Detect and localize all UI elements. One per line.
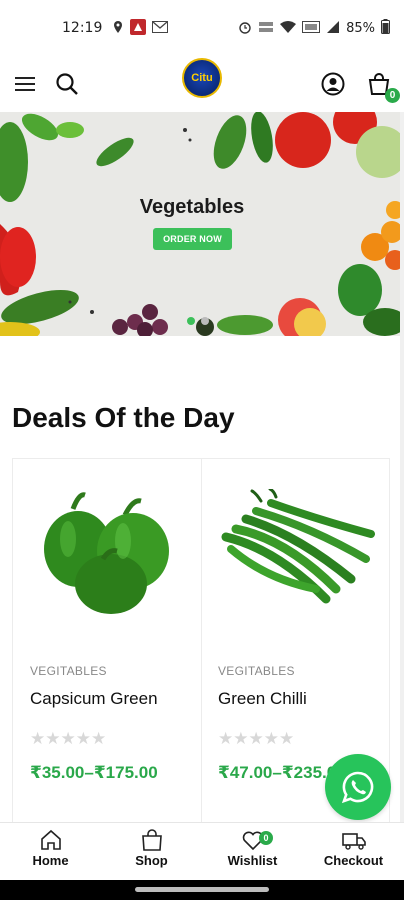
product-category: VEGITABLES: [218, 664, 295, 678]
system-navigation-bar: [0, 880, 404, 900]
carousel-dots: [187, 317, 209, 325]
shopping-bag-icon: [141, 829, 162, 851]
whatsapp-icon: [341, 771, 374, 804]
account-icon: [321, 72, 345, 96]
product-card[interactable]: VEGITABLES Capsicum Green ★★★★★ ₹35.00–₹…: [13, 459, 201, 822]
location-icon: [112, 20, 124, 37]
brand-logo[interactable]: Citu: [182, 58, 222, 98]
app-header: Citu 0: [0, 56, 404, 112]
battery-icon: [381, 19, 390, 37]
status-bar: 12:19 85%: [0, 0, 404, 56]
vegetables-banner-image: [0, 112, 400, 336]
home-icon: [40, 829, 61, 850]
brand-logo-text: Citu: [191, 72, 213, 84]
status-time: 12:19: [62, 20, 103, 36]
whatsapp-chat-button[interactable]: [325, 754, 391, 820]
nav-wishlist-label: Wishlist: [227, 853, 278, 868]
nav-wishlist[interactable]: 0 Wishlist: [202, 823, 303, 880]
cart-count-badge: 0: [385, 88, 400, 103]
scrollbar-track[interactable]: [400, 112, 404, 822]
nav-checkout[interactable]: Checkout: [303, 823, 404, 880]
green-chilli-image: [221, 489, 375, 604]
product-rating-stars: ★★★★★: [218, 729, 295, 749]
product-category: VEGITABLES: [30, 664, 107, 678]
wishlist-count-badge: 0: [259, 831, 273, 845]
product-name[interactable]: Capsicum Green: [30, 689, 158, 709]
menu-button[interactable]: [12, 71, 38, 97]
hero-banner[interactable]: Vegetables ORDER NOW: [0, 112, 400, 336]
app-notification-icon: [130, 18, 147, 38]
gmail-icon: [152, 20, 169, 36]
product-rating-stars: ★★★★★: [30, 729, 107, 749]
account-button[interactable]: [320, 71, 346, 97]
nav-shop[interactable]: Shop: [101, 823, 202, 880]
alarm-icon: [238, 20, 252, 37]
nav-home[interactable]: Home: [0, 823, 101, 880]
bottom-navigation: Home Shop 0 Wishlist Checkout: [0, 822, 404, 880]
banner-title: Vegetables: [139, 196, 245, 218]
carousel-dot-active[interactable]: [187, 317, 195, 325]
deals-title: Deals Of the Day: [12, 402, 235, 433]
cart-button[interactable]: 0: [366, 71, 400, 103]
data-speed-icon: [258, 20, 274, 37]
order-now-button[interactable]: ORDER NOW: [153, 228, 232, 250]
product-name[interactable]: Green Chilli: [218, 689, 307, 709]
green-capsicum-image: [44, 492, 169, 614]
menu-icon: [15, 77, 35, 91]
nav-home-label: Home: [32, 853, 69, 868]
product-price: ₹35.00–₹175.00: [30, 763, 158, 782]
truck-icon: [341, 833, 366, 850]
search-button[interactable]: [54, 71, 80, 97]
wifi-icon: [280, 20, 297, 37]
search-icon: [56, 73, 78, 95]
carousel-dot[interactable]: [201, 317, 209, 325]
nav-checkout-label: Checkout: [323, 853, 384, 868]
volte-icon: [302, 20, 321, 37]
battery-percent: 85%: [346, 20, 375, 36]
home-gesture-pill[interactable]: [135, 887, 269, 892]
signal-icon: [326, 20, 340, 37]
nav-shop-label: Shop: [135, 853, 168, 868]
